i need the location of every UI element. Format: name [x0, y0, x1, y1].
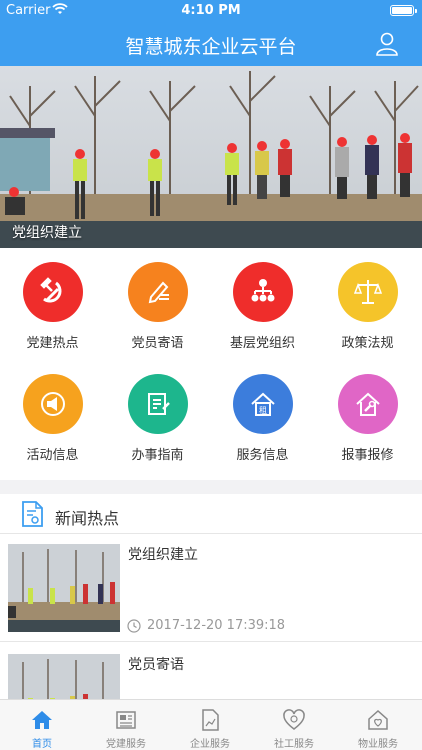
grid-item-label: 基层党组织 — [229, 336, 295, 351]
tab-label: 物业服务 — [358, 739, 398, 750]
tab-social-work-service[interactable]: 社工服务 — [252, 700, 336, 750]
tab-home[interactable]: 首页 — [0, 700, 84, 750]
news-timestamp: 2017-12-20 17:39:18 — [147, 618, 286, 633]
banner-carousel[interactable]: 党组织建立 — [0, 66, 422, 248]
guide-icon — [127, 374, 188, 434]
news-section-header: 新闻热点 — [0, 494, 422, 534]
news-list-item[interactable]: 党组织建立 2017-12-20 17:39:18 — [0, 534, 422, 642]
user-icon[interactable] — [374, 31, 400, 57]
grid-item-service-guide[interactable]: 办事指南 — [105, 374, 210, 463]
megaphone-icon — [22, 374, 83, 434]
tab-enterprise-service[interactable]: 企业服务 — [168, 700, 252, 750]
tab-label: 企业服务 — [190, 739, 230, 750]
battery-icon — [390, 5, 417, 16]
news-thumbnail — [8, 654, 120, 699]
grid-item-label: 活动信息 — [26, 448, 79, 463]
clock-icon — [127, 618, 141, 633]
news-document-icon — [20, 500, 44, 528]
nav-bar: 智慧城东企业云平台 — [0, 22, 422, 66]
bottom-tab-bar: 首页 党建服务 企业服务 社工服务 物业服务 — [0, 699, 422, 750]
heart-hands-icon — [283, 709, 305, 730]
app-title: 智慧城东企业云平台 — [125, 36, 297, 58]
grid-item-label: 党员寄语 — [131, 336, 184, 351]
org-chart-icon — [232, 262, 293, 322]
scales-icon — [337, 262, 398, 322]
grid-item-grassroots-org[interactable]: 基层党组织 — [210, 262, 315, 351]
grid-item-member-message[interactable]: 党员寄语 — [105, 262, 210, 351]
grid-item-label: 报事报修 — [341, 448, 394, 463]
banner-caption: 党组织建立 — [12, 225, 82, 241]
rent-house-icon: 租 — [232, 374, 293, 434]
banner-photo — [0, 66, 422, 248]
grid-item-report-repair[interactable]: 报事报修 — [315, 374, 420, 463]
tab-label: 首页 — [32, 739, 52, 750]
news-list: 党组织建立 2017-12-20 17:39:18 党员寄语 — [0, 534, 422, 699]
status-bar: Carrier 4:10 PM — [0, 0, 422, 22]
grid-item-activity-info[interactable]: 活动信息 — [0, 374, 105, 463]
pen-note-icon — [127, 262, 188, 322]
news-title: 党组织建立 — [128, 547, 198, 563]
repair-house-icon — [337, 374, 398, 434]
news-title: 党员寄语 — [128, 657, 184, 673]
grid-item-label: 政策法规 — [341, 336, 394, 351]
grid-item-service-info[interactable]: 租 服务信息 — [210, 374, 315, 463]
grid-item-label: 服务信息 — [236, 448, 289, 463]
tab-label: 社工服务 — [274, 739, 314, 750]
tab-property-service[interactable]: 物业服务 — [336, 700, 420, 750]
document-chart-icon — [202, 709, 219, 731]
grid-item-label: 办事指南 — [131, 448, 184, 463]
home-icon — [32, 711, 52, 729]
house-heart-icon — [368, 709, 388, 730]
hammer-sickle-icon — [22, 262, 83, 322]
news-thumbnail — [8, 544, 120, 632]
news-section-title: 新闻热点 — [55, 509, 120, 528]
newspaper-icon — [116, 711, 136, 729]
news-list-item[interactable]: 党员寄语 — [0, 644, 422, 699]
grid-item-label: 党建热点 — [26, 336, 79, 351]
tab-party-service[interactable]: 党建服务 — [84, 700, 168, 750]
tab-label: 党建服务 — [106, 739, 146, 750]
svg-text:租: 租 — [259, 406, 267, 415]
grid-item-policy-law[interactable]: 政策法规 — [315, 262, 420, 351]
function-grid: 党建热点 党员寄语 基层党组织 政策法规 活动信息 办事指南 租 服务信息 报事… — [0, 248, 422, 480]
clock-time: 4:10 PM — [181, 3, 241, 18]
grid-item-party-hotspot[interactable]: 党建热点 — [0, 262, 105, 351]
